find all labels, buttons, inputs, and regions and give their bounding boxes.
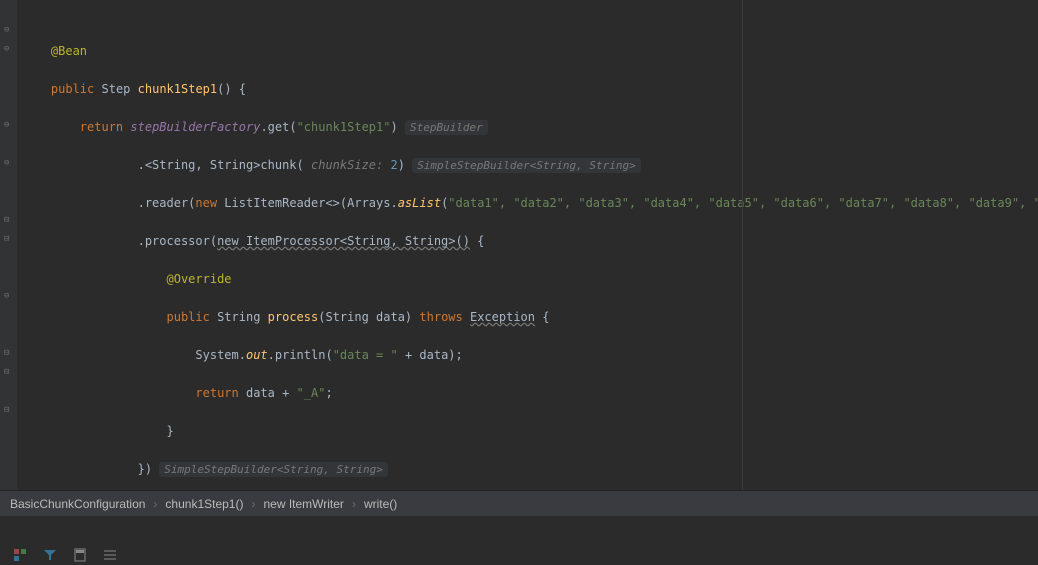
fold-icon[interactable]: ⊖ bbox=[4, 292, 13, 301]
list-icon[interactable] bbox=[102, 547, 118, 563]
inlay-hint: StepBuilder bbox=[405, 120, 488, 135]
chevron-right-icon: › bbox=[251, 497, 255, 511]
code-editor[interactable]: ⊖ ⊖ ⊖ ⊖ ⊟ ⊟ ⊖ ⊟ ⊟ ⊟ @Bean public Step ch… bbox=[0, 0, 1038, 490]
fold-icon[interactable]: ⊟ bbox=[4, 406, 13, 415]
annotation: @Bean bbox=[51, 44, 87, 58]
filter-icon[interactable] bbox=[42, 547, 58, 563]
code-area[interactable]: @Bean public Step chunk1Step1() { return… bbox=[18, 0, 1038, 490]
chevron-right-icon: › bbox=[352, 497, 356, 511]
breadcrumb-item[interactable]: new ItemWriter bbox=[263, 497, 343, 511]
gutter: ⊖ ⊖ ⊖ ⊖ ⊟ ⊟ ⊖ ⊟ ⊟ ⊟ bbox=[0, 0, 18, 490]
chevron-right-icon: › bbox=[153, 497, 157, 511]
fold-icon[interactable]: ⊖ bbox=[4, 26, 13, 35]
fold-icon[interactable]: ⊖ bbox=[4, 121, 13, 130]
bottom-toolbar bbox=[0, 516, 1038, 565]
breadcrumb-item[interactable]: write() bbox=[364, 497, 397, 511]
fold-icon[interactable]: ⊖ bbox=[4, 45, 13, 54]
fold-icon[interactable]: ⊟ bbox=[4, 368, 13, 377]
calculator-icon[interactable] bbox=[72, 547, 88, 563]
breadcrumb: BasicChunkConfiguration › chunk1Step1() … bbox=[0, 490, 1038, 516]
layout-icon[interactable] bbox=[12, 547, 28, 563]
inlay-hint: SimpleStepBuilder<String, String> bbox=[159, 462, 388, 477]
fold-icon[interactable]: ⊟ bbox=[4, 349, 13, 358]
fold-icon[interactable]: ⊟ bbox=[4, 235, 13, 244]
fold-icon[interactable]: ⊟ bbox=[4, 216, 13, 225]
inlay-hint: SimpleStepBuilder<String, String> bbox=[412, 158, 641, 173]
breadcrumb-item[interactable]: BasicChunkConfiguration bbox=[10, 497, 145, 511]
breadcrumb-item[interactable]: chunk1Step1() bbox=[165, 497, 243, 511]
fold-icon[interactable]: ⊖ bbox=[4, 159, 13, 168]
right-margin-line bbox=[742, 0, 743, 490]
